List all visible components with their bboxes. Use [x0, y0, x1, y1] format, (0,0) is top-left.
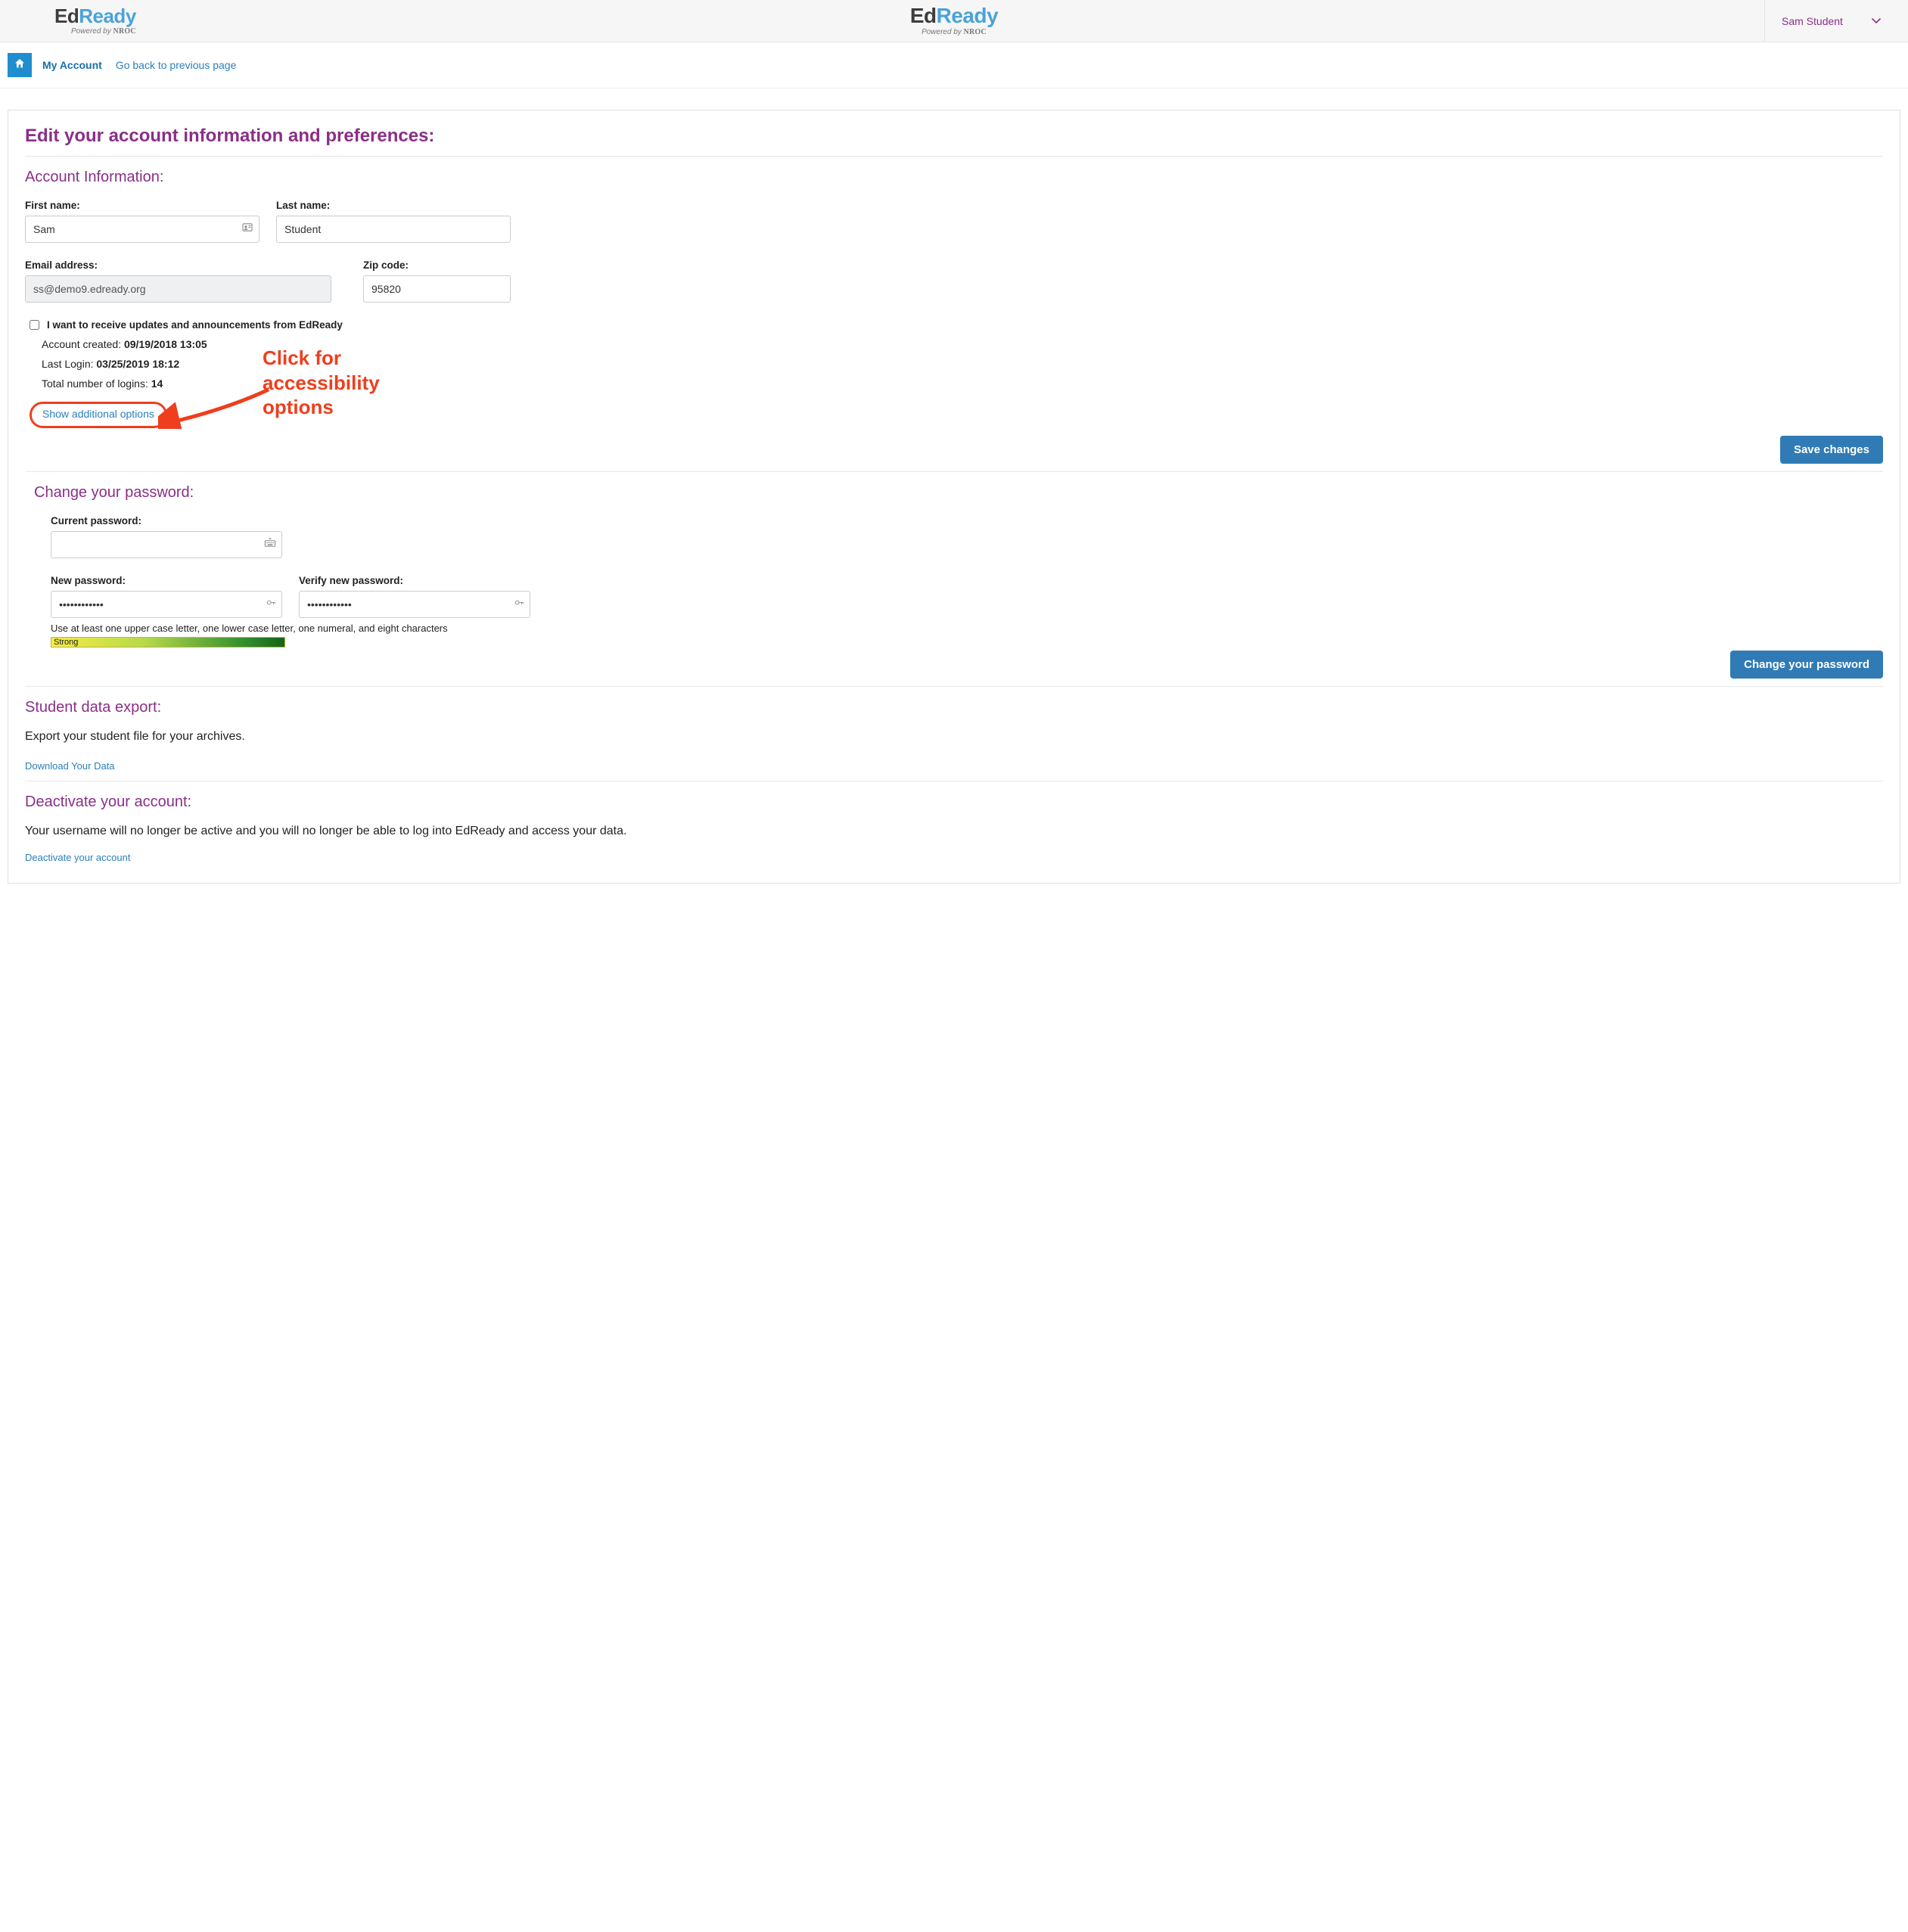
key-icon	[514, 598, 524, 612]
last-login-label: Last Login:	[42, 358, 96, 370]
annotation-line2: accessibility	[263, 371, 380, 396]
deactivate-account-link[interactable]: Deactivate your account	[25, 852, 130, 863]
updates-checkbox[interactable]	[30, 320, 39, 330]
first-name-input[interactable]	[25, 216, 259, 243]
new-password-input[interactable]	[51, 591, 282, 618]
current-password-input[interactable]	[51, 531, 282, 558]
annotation-line1: Click for	[263, 346, 380, 371]
brand-tagline-center: Powered by NROC	[921, 28, 987, 36]
keyboard-icon	[264, 537, 276, 553]
user-name: Sam Student	[1782, 15, 1843, 27]
verify-password-input[interactable]	[299, 591, 530, 618]
annotation-text: Click for accessibility options	[263, 346, 380, 420]
total-logins-label: Total number of logins:	[42, 377, 151, 390]
zip-label: Zip code:	[363, 259, 511, 271]
updates-checkbox-label: I want to receive updates and announceme…	[47, 319, 343, 331]
show-additional-options-link[interactable]: Show additional options	[42, 408, 154, 420]
top-bar: EdReady Powered by NROC EdReady Powered …	[0, 0, 1908, 42]
brand-ed: Ed	[54, 5, 79, 27]
password-hint: Use at least one upper case letter, one …	[51, 623, 1883, 634]
account-information-section: Account Information: First name: Last na…	[25, 169, 1883, 464]
deactivate-section-title: Deactivate your account:	[25, 794, 1883, 811]
key-icon	[266, 598, 276, 612]
new-password-label: New password:	[51, 575, 282, 586]
password-strength-meter: Strong	[51, 637, 285, 648]
account-created-value: 09/19/2018 13:05	[124, 338, 207, 350]
contact-card-icon	[241, 222, 253, 238]
export-section: Student data export: Export your student…	[25, 699, 1883, 773]
home-icon	[14, 57, 26, 73]
annotation-line3: options	[263, 395, 380, 420]
deactivate-body: Your username will no longer be active a…	[25, 825, 1883, 838]
last-name-label: Last name:	[276, 200, 511, 211]
divider	[25, 156, 1883, 157]
chevron-down-icon	[1872, 16, 1881, 26]
brand-tag-bold: NROC	[113, 27, 136, 36]
deactivate-section: Deactivate your account: Your username w…	[25, 794, 1883, 865]
home-button[interactable]	[8, 53, 32, 77]
brand-tag-bold-c: NROC	[964, 28, 987, 36]
breadcrumb-current: My Account	[42, 59, 102, 71]
user-menu[interactable]: Sam Student	[1764, 0, 1908, 42]
brand-ready-center: Ready	[937, 4, 999, 27]
export-body: Export your student file for your archiv…	[25, 730, 1883, 744]
account-section-title: Account Information:	[25, 169, 1883, 186]
email-label: Email address:	[25, 259, 331, 271]
password-strength-label: Strong	[54, 637, 78, 648]
last-name-input[interactable]	[276, 216, 511, 243]
annotation-arrow-icon	[158, 387, 272, 429]
brand-tag-prefix-c: Powered by	[921, 28, 964, 36]
change-password-button[interactable]: Change your password	[1730, 651, 1883, 679]
breadcrumb-row: My Account Go back to previous page	[0, 42, 1908, 89]
show-additional-options-highlight: Show additional options	[30, 402, 167, 428]
last-login-value: 03/25/2019 18:12	[96, 358, 179, 370]
verify-password-label: Verify new password:	[299, 575, 530, 586]
breadcrumb-back-link[interactable]: Go back to previous page	[116, 59, 237, 71]
save-changes-button[interactable]: Save changes	[1780, 436, 1883, 464]
divider	[25, 471, 1883, 472]
first-name-label: First name:	[25, 200, 259, 211]
account-card: Edit your account information and prefer…	[8, 110, 1900, 884]
brand-tag-prefix: Powered by	[71, 27, 113, 36]
export-section-title: Student data export:	[25, 699, 1883, 716]
brand-logo-left: EdReady Powered by NROC	[54, 6, 136, 36]
account-created-label: Account created:	[42, 338, 124, 350]
brand-logo-center: EdReady Powered by NROC	[910, 5, 998, 36]
email-input	[25, 275, 331, 303]
brand-tagline-left: Powered by NROC	[54, 27, 136, 36]
password-section-title: Change your password:	[34, 484, 1883, 502]
current-password-label: Current password:	[51, 515, 282, 526]
download-data-link[interactable]: Download Your Data	[25, 760, 115, 772]
divider	[25, 686, 1883, 687]
change-password-section: Change your password: Current password: …	[25, 484, 1883, 679]
zip-input[interactable]	[363, 275, 511, 303]
page-title: Edit your account information and prefer…	[25, 126, 1883, 147]
brand-ed-center: Ed	[910, 4, 937, 27]
brand-ready: Ready	[79, 5, 136, 27]
